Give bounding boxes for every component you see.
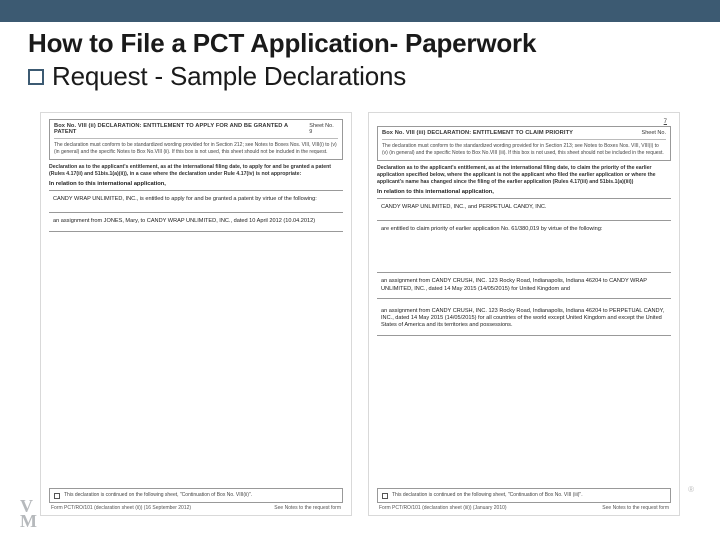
- doc-header-row: Box No. VIII (ii) DECLARATION: ENTITLEME…: [54, 123, 338, 139]
- doc-sheet-number: Sheet No.: [642, 130, 666, 136]
- doc-bottom-line: Form PCT/RO/101 (declaration sheet (iii)…: [377, 503, 671, 515]
- registered-mark-icon: ®: [688, 485, 694, 494]
- square-bullet-icon: [28, 69, 44, 85]
- doc-instruction-2: Declaration as to the applicant's entitl…: [377, 165, 671, 186]
- doc-continuation-footer: This declaration is continued on the fol…: [49, 488, 343, 503]
- doc-bottom-line: Form PCT/RO/101 (declaration sheet (ii))…: [49, 503, 343, 515]
- doc-claim-box: are entitled to claim priority of earlie…: [377, 220, 671, 238]
- doc-continuation-text: This declaration is continued on the fol…: [64, 492, 252, 499]
- doc-assignment-box-1: an assignment from CANDY CRUSH, INC. 123…: [377, 272, 671, 299]
- doc-header-row: Box No. VIII (iii) DECLARATION: ENTITLEM…: [382, 130, 666, 140]
- doc-entity-line: CANDY WRAP UNLIMITED, INC., is entitled …: [53, 196, 339, 203]
- title-block: How to File a PCT Application- Paperwork…: [0, 22, 720, 92]
- doc-relation-line: In relation to this international applic…: [377, 189, 671, 197]
- checkbox-icon: [54, 493, 60, 499]
- doc-box-number: Box No. VIII (iii) DECLARATION: ENTITLEM…: [382, 130, 573, 136]
- slide-top-bar: [0, 0, 720, 22]
- doc-form-id: Form PCT/RO/101 (declaration sheet (iii)…: [379, 505, 507, 511]
- doc-continuation-text: This declaration is continued on the fol…: [392, 492, 583, 499]
- doc-sheet-number: Sheet No. 9: [309, 123, 338, 135]
- doc-gap: [377, 243, 671, 273]
- doc-blank-area: [49, 236, 343, 489]
- doc-assignment-box-2: an assignment from CANDY CRUSH, INC. 123…: [377, 303, 671, 336]
- watermark-line2: M: [20, 514, 36, 528]
- doc-entity-box: CANDY WRAP UNLIMITED, INC., is entitled …: [49, 190, 343, 208]
- doc-entity-box: CANDY WRAP UNLIMITED, INC., and PERPETUA…: [377, 198, 671, 216]
- slide-title-line2: Request - Sample Declarations: [28, 61, 696, 92]
- slide-title-line1: How to File a PCT Application- Paperwork: [28, 28, 696, 59]
- doc-relation-line: In relation to this international applic…: [49, 181, 343, 189]
- doc-instruction-1: The declaration must conform to be stand…: [54, 142, 338, 156]
- doc-continuation-footer: This declaration is continued on the fol…: [377, 488, 671, 503]
- slide-subtitle-text: Request - Sample Declarations: [52, 61, 406, 92]
- doc-instruction-2: Declaration as to the applicant's entitl…: [49, 164, 343, 178]
- sample-declaration-right: 7 Box No. VIII (iii) DECLARATION: ENTITL…: [368, 112, 680, 516]
- sample-declaration-left: Box No. VIII (ii) DECLARATION: ENTITLEME…: [40, 112, 352, 516]
- documents-area: Box No. VIII (ii) DECLARATION: ENTITLEME…: [40, 112, 680, 516]
- doc-claim-line: are entitled to claim priority of earlie…: [381, 226, 667, 233]
- doc-header-box: Box No. VIII (ii) DECLARATION: ENTITLEME…: [49, 119, 343, 160]
- doc-entity-line: CANDY WRAP UNLIMITED, INC., and PERPETUA…: [381, 204, 667, 211]
- doc-blank-area: [377, 340, 671, 489]
- checkbox-icon: [382, 493, 388, 499]
- doc-form-id: Form PCT/RO/101 (declaration sheet (ii))…: [51, 505, 191, 511]
- doc-page-indicator: 7: [377, 119, 671, 125]
- doc-assignment-text-1: an assignment from CANDY CRUSH, INC. 123…: [381, 278, 667, 293]
- slide: How to File a PCT Application- Paperwork…: [0, 0, 720, 540]
- doc-instruction-1: The declaration must conform to the stan…: [382, 143, 666, 157]
- doc-form-note: See Notes to the request form: [602, 505, 669, 511]
- doc-assignment-box: an assignment from JONES, Mary, to CANDY…: [49, 212, 343, 231]
- doc-header-box: Box No. VIII (iii) DECLARATION: ENTITLEM…: [377, 126, 671, 161]
- doc-form-note: See Notes to the request form: [274, 505, 341, 511]
- doc-box-number: Box No. VIII (ii) DECLARATION: ENTITLEME…: [54, 123, 309, 135]
- doc-assignment-text-2: an assignment from CANDY CRUSH, INC. 123…: [381, 308, 667, 330]
- doc-assignment-text: an assignment from JONES, Mary, to CANDY…: [53, 218, 339, 225]
- watermark-logo: V M: [20, 499, 36, 528]
